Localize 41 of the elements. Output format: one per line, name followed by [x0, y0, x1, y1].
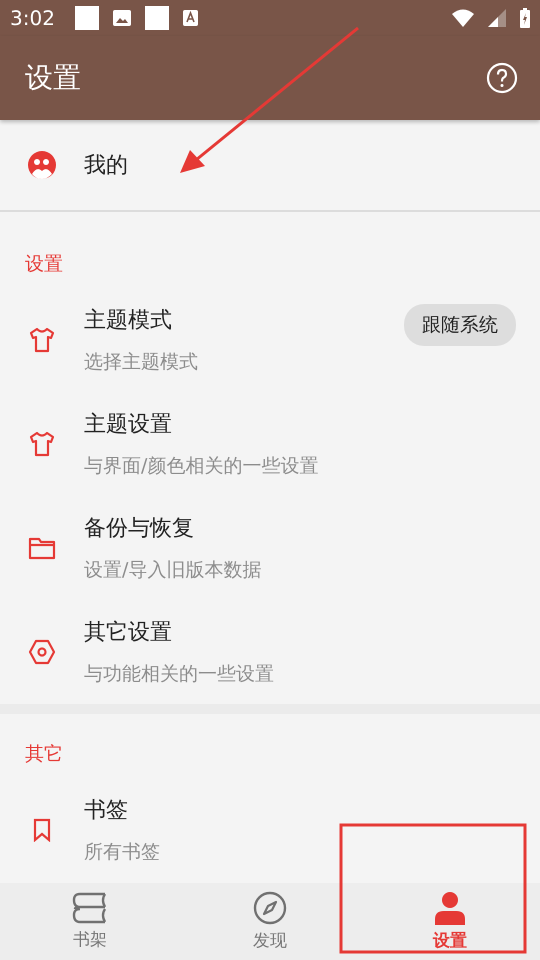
section-header: 设置 [25, 252, 63, 277]
shirt-icon [28, 326, 56, 354]
folder-icon [28, 536, 56, 560]
person-icon [434, 891, 466, 925]
shirt-icon [28, 430, 56, 458]
item-title: 书签 [84, 797, 129, 825]
nav-tab[interactable]: 书架 [0, 883, 180, 960]
hexagon-nut-icon [28, 639, 56, 665]
item-title: 备份与恢复 [84, 515, 195, 543]
settings-item[interactable]: 其它设置 与功能相关的一些设置 [0, 600, 540, 704]
status-time: 3:02 [10, 6, 55, 30]
item-subtitle: 选择主题模式 [84, 350, 199, 375]
settings-item[interactable]: 书签 所有书签 [0, 778, 540, 882]
nav-tab[interactable]: 发现 [180, 883, 360, 960]
section-header: 其它 [25, 742, 63, 767]
image-icon [112, 10, 131, 26]
books-icon [72, 892, 108, 924]
battery-icon [520, 8, 530, 28]
item-title: 其它设置 [84, 619, 173, 647]
wifi-icon [452, 9, 474, 27]
settings-item[interactable]: 主题模式 选择主题模式 跟随系统 [0, 288, 540, 392]
bookmark-icon [32, 818, 52, 842]
item-subtitle: 与功能相关的一些设置 [84, 662, 275, 687]
item-title: 主题设置 [84, 411, 173, 439]
settings-item[interactable]: 主题设置 与界面/颜色相关的一些设置 [0, 392, 540, 496]
item-subtitle: 与界面/颜色相关的一些设置 [84, 454, 320, 479]
nav-tab[interactable]: 设置 [360, 883, 540, 960]
avatar-icon [27, 150, 57, 180]
profile-label: 我的 [84, 152, 128, 180]
font-icon [182, 10, 198, 26]
compass-icon [253, 891, 287, 925]
notification-icon [74, 6, 99, 30]
notification-icon [144, 6, 169, 30]
item-title: 主题模式 [84, 307, 173, 335]
settings-item[interactable]: 备份与恢复 设置/导入旧版本数据 [0, 496, 540, 600]
item-subtitle: 所有书签 [84, 840, 161, 865]
value-chip[interactable]: 跟随系统 [404, 304, 516, 346]
signal-icon [488, 9, 506, 27]
app-title: 设置 [25, 60, 81, 96]
item-subtitle: 设置/导入旧版本数据 [84, 558, 262, 583]
help-icon[interactable] [486, 62, 518, 94]
